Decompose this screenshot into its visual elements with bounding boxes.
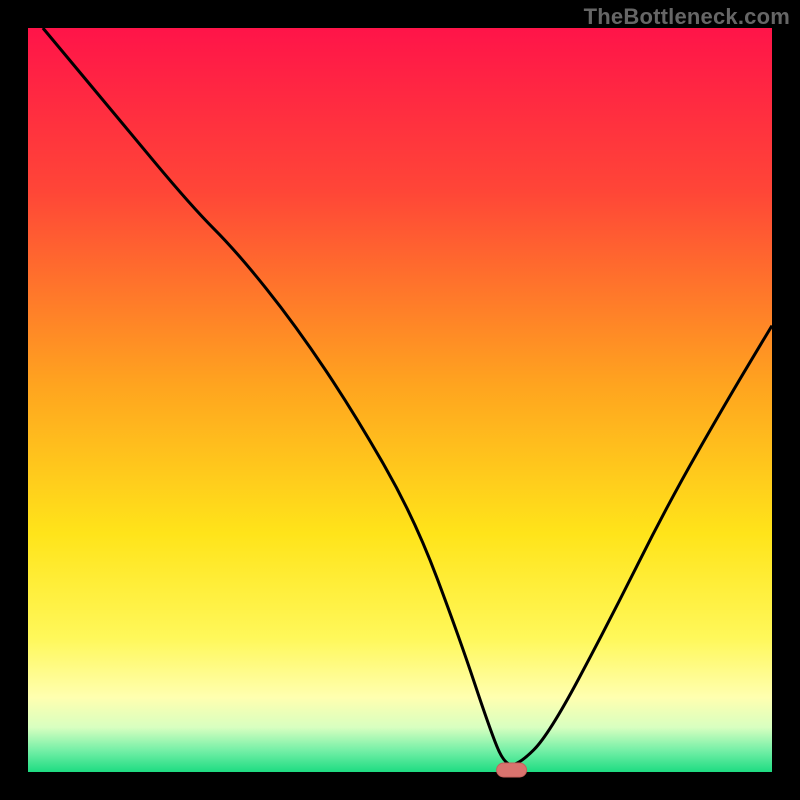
watermark-text: TheBottleneck.com xyxy=(584,4,790,30)
chart-frame: TheBottleneck.com xyxy=(0,0,800,800)
bottleneck-chart xyxy=(0,0,800,800)
optimal-marker xyxy=(497,763,527,777)
plot-background xyxy=(28,28,772,772)
